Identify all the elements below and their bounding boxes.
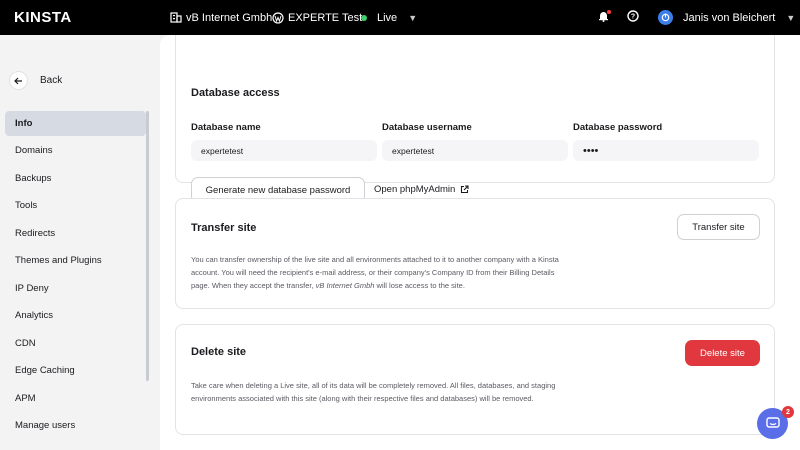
back-label: Back — [40, 75, 63, 86]
main-content: Database access Database name expertetes… — [160, 35, 800, 450]
chevron-down-icon: ▼ — [408, 12, 418, 23]
site-name: EXPERTE Test — [288, 11, 363, 24]
kinsta-logo[interactable]: KINSTA — [14, 9, 72, 26]
sidebar-item-tools[interactable]: Tools — [5, 194, 146, 219]
sidebar-item-redirects[interactable]: Redirects — [5, 221, 146, 246]
sidebar-item-backups[interactable]: Backups — [5, 166, 146, 191]
sidebar-item-themes-plugins[interactable]: Themes and Plugins — [5, 249, 146, 274]
wordpress-icon — [272, 11, 284, 24]
transfer-site-button[interactable]: Transfer site — [677, 214, 760, 240]
avatar — [658, 10, 673, 25]
transfer-desc-text-end: will lose access to the site. — [374, 281, 465, 290]
database-username-field[interactable]: expertetest — [382, 140, 568, 161]
sidebar-item-ip-deny[interactable]: IP Deny — [5, 276, 146, 301]
help-icon: ? — [627, 10, 639, 25]
database-name-label: Database name — [191, 122, 261, 133]
delete-site-button[interactable]: Delete site — [685, 340, 760, 366]
database-name-field[interactable]: expertetest — [191, 140, 377, 161]
back-button[interactable]: Back — [10, 72, 62, 89]
phpmyadmin-label: Open phpMyAdmin — [374, 184, 456, 195]
external-link-icon — [460, 185, 469, 194]
database-access-title: Database access — [191, 87, 280, 99]
user-name: Janis von Bleichert — [683, 11, 776, 24]
top-bar: KINSTA vB Internet Gmbh EXPERTE Test Liv… — [0, 0, 800, 35]
phpmyadmin-link[interactable]: Open phpMyAdmin — [374, 184, 469, 195]
sidebar-item-edge-caching[interactable]: Edge Caching — [5, 359, 146, 384]
sidebar-item-analytics[interactable]: Analytics — [5, 304, 146, 329]
sidebar-item-cdn[interactable]: CDN — [5, 331, 146, 356]
environment-name: Live — [377, 11, 398, 24]
sidebar-scrollbar[interactable] — [146, 111, 149, 381]
live-status-dot — [361, 14, 367, 21]
building-icon — [170, 12, 182, 23]
database-access-card: Database access Database name expertetes… — [175, 35, 775, 203]
arrow-left-icon — [10, 72, 27, 89]
svg-text:?: ? — [631, 14, 635, 21]
user-menu[interactable]: Janis von Bleichert ▼ — [658, 0, 795, 35]
delete-site-description: Take care when deleting a Live site, all… — [191, 381, 556, 403]
transfer-site-card: Transfer site Transfer site You can tran… — [175, 198, 775, 309]
database-password-field[interactable]: •••• — [573, 140, 759, 161]
help-button[interactable]: ? — [627, 0, 639, 35]
company-name: vB Internet Gmbh — [186, 11, 273, 24]
delete-site-title: Delete site — [191, 346, 247, 358]
sidebar-item-info[interactable]: Info — [5, 111, 146, 136]
sidebar-nav: Info Domains Backups Tools Redirects The… — [5, 111, 146, 441]
database-password-label: Database password — [573, 122, 663, 133]
transfer-desc-company: vB Internet Gmbh — [315, 281, 375, 290]
site-switcher[interactable]: EXPERTE Test — [272, 0, 362, 35]
company-switcher[interactable]: vB Internet Gmbh — [170, 0, 272, 35]
notification-dot — [607, 10, 611, 14]
environment-switcher[interactable]: Live ▼ — [361, 0, 417, 35]
chat-unread-badge: 2 — [782, 406, 794, 418]
chevron-down-icon: ▼ — [786, 12, 796, 23]
sidebar-item-manage-users[interactable]: Manage users — [5, 414, 146, 439]
chat-icon — [765, 417, 780, 430]
transfer-site-title: Transfer site — [191, 222, 257, 234]
transfer-site-description: You can transfer ownership of the live s… — [191, 253, 571, 292]
notifications-button[interactable] — [598, 0, 611, 35]
sidebar-item-apm[interactable]: APM — [5, 386, 146, 411]
sidebar-item-domains[interactable]: Domains — [5, 139, 146, 164]
delete-site-card: Delete site Delete site Take care when d… — [175, 324, 775, 435]
database-username-label: Database username — [382, 122, 472, 133]
